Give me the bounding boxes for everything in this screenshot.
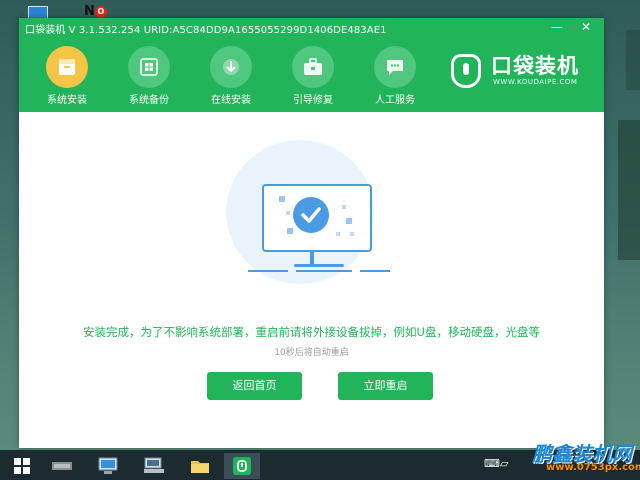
chip-icon — [52, 462, 72, 470]
desktop-tree-decoration — [626, 30, 640, 90]
desktop-tree-decoration — [618, 120, 640, 260]
tray-network-icon[interactable]: ▱ — [500, 457, 508, 470]
windows-logo-icon — [14, 458, 30, 474]
completion-message: 安装完成，为了不影响系统部署，重启前请将外接设备拔掉，例如U盘，移动硬盘，光盘等 — [83, 325, 540, 339]
taskbar-computer-app[interactable] — [90, 453, 126, 479]
folder-icon — [191, 461, 209, 473]
taskbar-network-app[interactable] — [136, 453, 172, 479]
back-home-button[interactable]: 返回首页 — [207, 372, 302, 400]
watermark-url: www.0753px.com — [546, 462, 640, 473]
tray-keyboard-icon[interactable]: ⌨ — [484, 457, 500, 470]
koudai-app-icon — [233, 457, 251, 475]
countdown-text: 10秒后将自动重启 — [274, 348, 349, 358]
desktop-notepad-icon[interactable]: NO — [84, 4, 107, 19]
start-button[interactable] — [4, 453, 40, 479]
restart-now-button[interactable]: 立即重启 — [338, 372, 433, 400]
taskbar-chip-app[interactable] — [44, 453, 80, 479]
np-letter: N — [84, 4, 95, 19]
taskbar-koudai-app[interactable] — [224, 453, 260, 479]
network-icon — [144, 457, 164, 473]
taskbar-explorer-app[interactable] — [182, 453, 218, 479]
computer-icon — [98, 457, 118, 474]
